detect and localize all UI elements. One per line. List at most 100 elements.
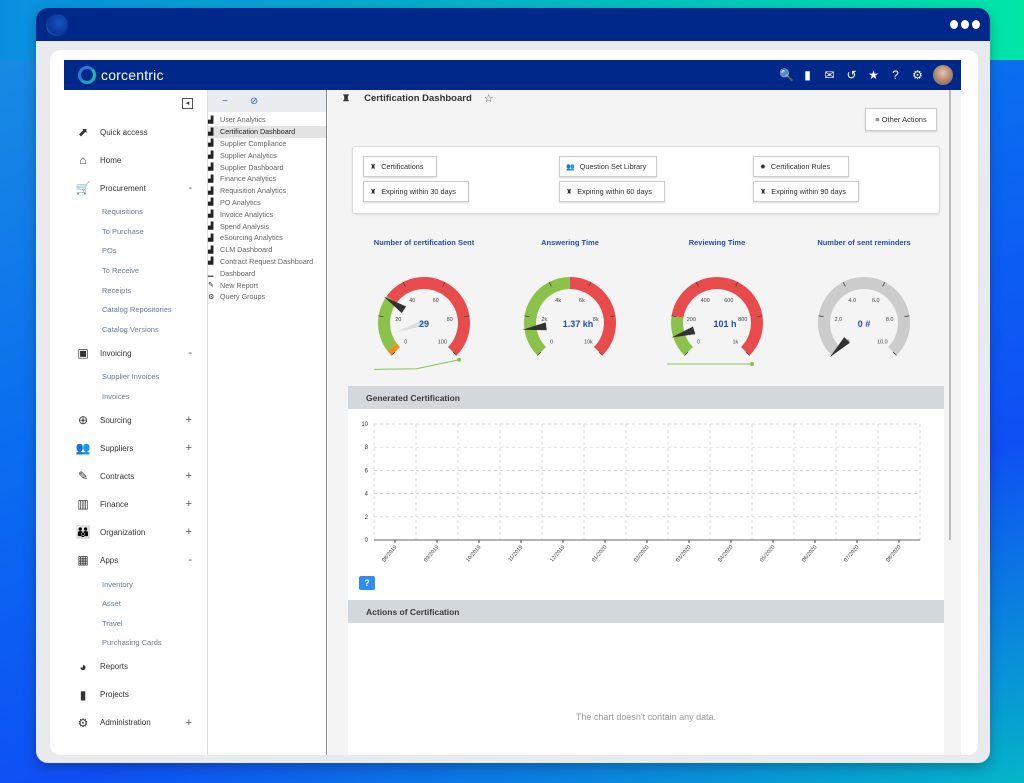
tree-item-new-report[interactable]: ✎ New Report <box>208 279 326 291</box>
sidebar-subitem-inventory[interactable]: Inventory <box>64 574 208 594</box>
tree-item-finance-analytics[interactable]: ▟ Finance Analytics <box>208 173 326 185</box>
quick-button-question-set-library[interactable]: 👥 Question Set Library <box>559 156 657 177</box>
actions-of-certification-header: Actions of Certification <box>348 600 944 623</box>
expand-icon[interactable]: + <box>186 442 192 454</box>
gauge-sparkline <box>373 359 460 370</box>
collapse-sidebar-button[interactable]: ◂ <box>182 98 193 109</box>
help-button[interactable]: ? <box>359 576 375 590</box>
tree-item-invoice-analytics[interactable]: ▟ Invoice Analytics <box>208 208 326 220</box>
page-title: ♜ Certification Dashboard ☆ <box>342 90 494 106</box>
sidebar-item-procurement[interactable]: 🛒 Procurement - <box>64 174 208 202</box>
sidebar-subitem-to-purchase[interactable]: To Purchase <box>64 222 208 242</box>
analytics-icon: ▟ <box>208 223 214 231</box>
sidebar-item-projects[interactable]: ▮ Projects <box>64 681 208 709</box>
star-icon[interactable]: ★ <box>867 68 880 82</box>
gauge-tick-label: 2k <box>541 317 547 323</box>
sidebar-subitem-travel[interactable]: Travel <box>64 614 208 634</box>
tree-item-user-analytics[interactable]: ▟ User Analytics <box>208 114 326 126</box>
button-label: Expiring within 30 days <box>381 187 456 196</box>
quick-button-certifications[interactable]: ♜ Certifications <box>363 156 437 177</box>
sidebar-item-finance[interactable]: ▥ Finance + <box>64 490 208 518</box>
chat-icon[interactable]: ▮ <box>801 68 814 82</box>
menu-icon: ≡ <box>875 115 880 124</box>
history-icon[interactable]: ↺ <box>845 68 858 82</box>
tree-item-requisition-analytics[interactable]: ▟ Requisition Analytics <box>208 185 326 197</box>
sidebar-item-organization[interactable]: 👪 Organization + <box>64 518 208 546</box>
sidebar-subitem-asset[interactable]: Asset <box>64 594 208 614</box>
sidebar-item-apps[interactable]: ▦ Apps - <box>64 546 208 574</box>
tree-item-clm-dashboard[interactable]: ▟ CLM Dashboard <box>208 244 326 256</box>
expand-icon[interactable]: + <box>186 717 192 729</box>
quick-button-expiring-within-90-days[interactable]: ♜ Expiring within 90 days <box>753 181 859 202</box>
tree-item-contract-request-dashboard[interactable]: ▟ Contract Request Dashboard <box>208 256 326 268</box>
scrollbar-thumb[interactable] <box>949 90 951 540</box>
tree-item-label: Contract Request Dashboard <box>220 256 314 266</box>
tree-item-esourcing-analytics[interactable]: ▟ eSourcing Analytics <box>208 232 326 244</box>
tree-item-label: Supplier Dashboard <box>220 162 284 172</box>
sidebar-item-suppliers[interactable]: 👥 Suppliers + <box>64 434 208 462</box>
collapse-icon[interactable]: - <box>188 182 192 194</box>
sidebar-item-contracts[interactable]: ✎ Contracts + <box>64 462 208 490</box>
mail-icon[interactable]: ✉ <box>823 68 836 82</box>
expand-icon[interactable]: + <box>186 526 192 538</box>
expand-icon[interactable]: + <box>186 470 192 482</box>
sidebar-subitem-invoices[interactable]: Invoices <box>64 387 208 407</box>
expand-icon[interactable]: + <box>186 498 192 510</box>
x-tick-label: 02/2020 <box>633 544 650 563</box>
favorite-star-icon[interactable]: ☆ <box>484 92 494 105</box>
quick-button-expiring-within-60-days[interactable]: ♜ Expiring within 60 days <box>559 181 665 202</box>
tree-item-supplier-analytics[interactable]: ▟ Supplier Analytics <box>208 149 326 161</box>
gauge-tick-label: 8.0 <box>886 317 894 323</box>
help-icon[interactable]: ? <box>889 68 902 82</box>
tree-item-po-analytics[interactable]: ▟ PO Analytics <box>208 197 326 209</box>
sidebar-subitem-pos[interactable]: POs <box>64 241 208 261</box>
sidebar-item-reports[interactable]: ◕ Reports <box>64 653 208 681</box>
collapse-icon[interactable]: - <box>188 347 192 359</box>
avatar[interactable] <box>933 65 953 85</box>
tree-item-dashboard[interactable]: ▁ Dashboard <box>208 267 326 279</box>
gauge-tick-label: 0 <box>404 339 407 345</box>
gauge-tick-label: 60 <box>433 298 439 304</box>
sidebar-subitem-supplier-invoices[interactable]: Supplier Invoices <box>64 367 208 387</box>
sidebar-item-invoicing[interactable]: ▣ Invoicing - <box>64 339 208 367</box>
gauge-tick-label: 8k <box>593 317 599 323</box>
sidebar-subitem-receipts[interactable]: Receipts <box>64 280 208 300</box>
gauge-tick-label: 1k <box>732 339 738 345</box>
sidebar-item-sourcing[interactable]: ⊕ Sourcing + <box>64 406 208 434</box>
sidebar-item-administration[interactable]: ⚙ Administration + <box>64 709 208 737</box>
vertical-scrollbar[interactable] <box>947 90 961 755</box>
sidebar-subitem-requisitions[interactable]: Requisitions <box>64 202 208 222</box>
quick-button-certification-rules[interactable]: ✹ Certification Rules <box>753 156 849 177</box>
quick-button-expiring-within-30-days[interactable]: ♜ Expiring within 30 days <box>363 181 469 202</box>
sidebar-item-label: Home <box>100 155 122 165</box>
button-label: Certifications <box>381 162 424 171</box>
brand[interactable]: corcentric <box>78 66 164 84</box>
sidebar-item-quick-access[interactable]: ⬈ Quick access <box>64 118 208 146</box>
tree-item-supplier-dashboard[interactable]: ▟ Supplier Dashboard <box>208 161 326 173</box>
gear-icon[interactable]: ⚙ <box>911 68 924 82</box>
more-options-icon[interactable] <box>950 20 980 29</box>
expand-icon[interactable]: + <box>186 414 192 426</box>
tree-item-label: User Analytics <box>220 115 266 125</box>
award-icon: ♜ <box>342 92 351 103</box>
edit-icon: ✎ <box>208 282 214 290</box>
suppliers-icon: 👥 <box>75 441 91 456</box>
check-icon[interactable]: ⊘ <box>250 96 258 107</box>
other-actions-button[interactable]: ≡ Other Actions <box>865 108 937 131</box>
sidebar-subitem-purchasing-cards[interactable]: Purchasing Cards <box>64 633 208 653</box>
collapse-all-icon[interactable]: − <box>222 96 228 107</box>
collapse-icon[interactable]: - <box>188 554 192 566</box>
sidebar-subitem-catalog-versions[interactable]: Catalog Versions <box>64 320 208 340</box>
y-tick-label: 4 <box>365 492 369 498</box>
search-icon[interactable]: 🔍 <box>779 68 794 82</box>
sidebar-subitem-catalog-repositories[interactable]: Catalog Repositories <box>64 300 208 320</box>
tree-list: ▟ User Analytics ▟ Certification Dashboard ▟… <box>208 112 326 303</box>
sidebar-subitem-to-receive[interactable]: To Receive <box>64 261 208 281</box>
tree-item-supplier-compliance[interactable]: ▟ Supplier Compliance <box>208 138 326 150</box>
tree-item-certification-dashboard[interactable]: ▟ Certification Dashboard <box>208 125 326 138</box>
tree-item-spend-analysis[interactable]: ▟ Spend Analysis <box>208 220 326 232</box>
tree-item-query-groups[interactable]: ⚙ Query Groups <box>208 291 326 303</box>
main-content: ♜ Certification Dashboard ☆ ≡ Other Acti… <box>328 90 947 755</box>
sidebar-item-label: Finance <box>100 499 129 509</box>
sidebar-item-home[interactable]: ⌂ Home <box>64 146 208 174</box>
